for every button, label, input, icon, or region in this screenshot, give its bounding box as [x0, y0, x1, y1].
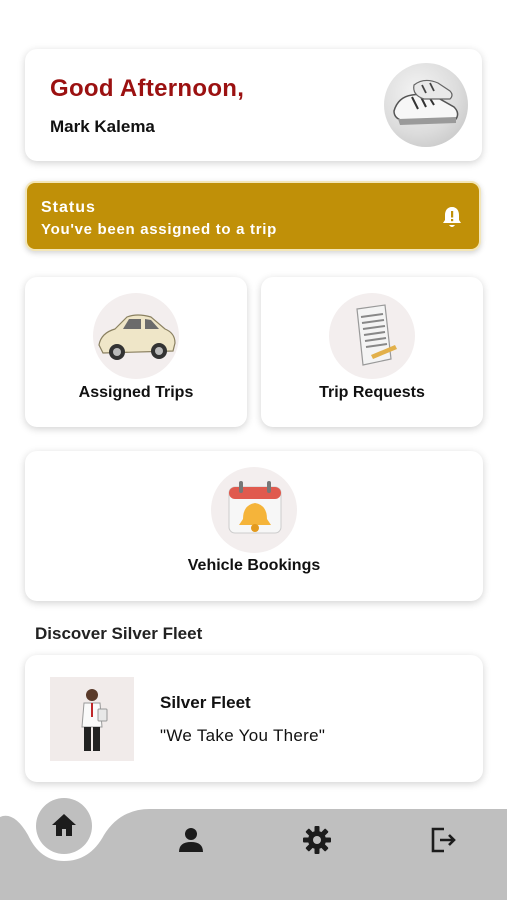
sneaker-image	[393, 79, 459, 125]
bell-alert-icon[interactable]	[441, 205, 463, 229]
home-nav-button[interactable]	[36, 798, 92, 854]
profile-icon[interactable]	[176, 825, 206, 855]
discover-heading: Discover Silver Fleet	[35, 624, 203, 643]
vehicle-bookings-label: Vehicle Bookings	[187, 557, 321, 574]
greeting-card: Good Afternoon, Mark Kalema	[25, 49, 482, 161]
company-name: Silver Fleet	[160, 693, 251, 712]
avatar[interactable]	[384, 63, 468, 147]
trip-requests-label: Trip Requests	[319, 384, 425, 401]
status-banner[interactable]: Status You've been assigned to a trip	[25, 181, 481, 251]
status-title: Status	[41, 199, 96, 216]
settings-icon[interactable]	[302, 825, 332, 855]
assigned-trips-card[interactable]: Assigned Trips	[25, 277, 247, 427]
bottom-navigation	[0, 795, 507, 900]
user-name: Mark Kalema	[50, 117, 155, 136]
status-message: You've been assigned to a trip	[41, 221, 278, 238]
company-card[interactable]: Silver Fleet "We Take You There"	[25, 655, 483, 782]
company-image	[50, 677, 134, 761]
logout-icon[interactable]	[428, 825, 458, 855]
car-icon	[93, 293, 179, 379]
assigned-trips-label: Assigned Trips	[78, 384, 194, 401]
greeting-title: Good Afternoon,	[50, 75, 245, 102]
company-tagline: "We Take You There"	[160, 726, 326, 745]
vehicle-bookings-card[interactable]: Vehicle Bookings	[25, 451, 483, 601]
trip-requests-card[interactable]: Trip Requests	[261, 277, 483, 427]
home-icon	[52, 814, 76, 836]
calendar-bell-icon	[211, 467, 297, 553]
document-icon	[329, 293, 415, 379]
